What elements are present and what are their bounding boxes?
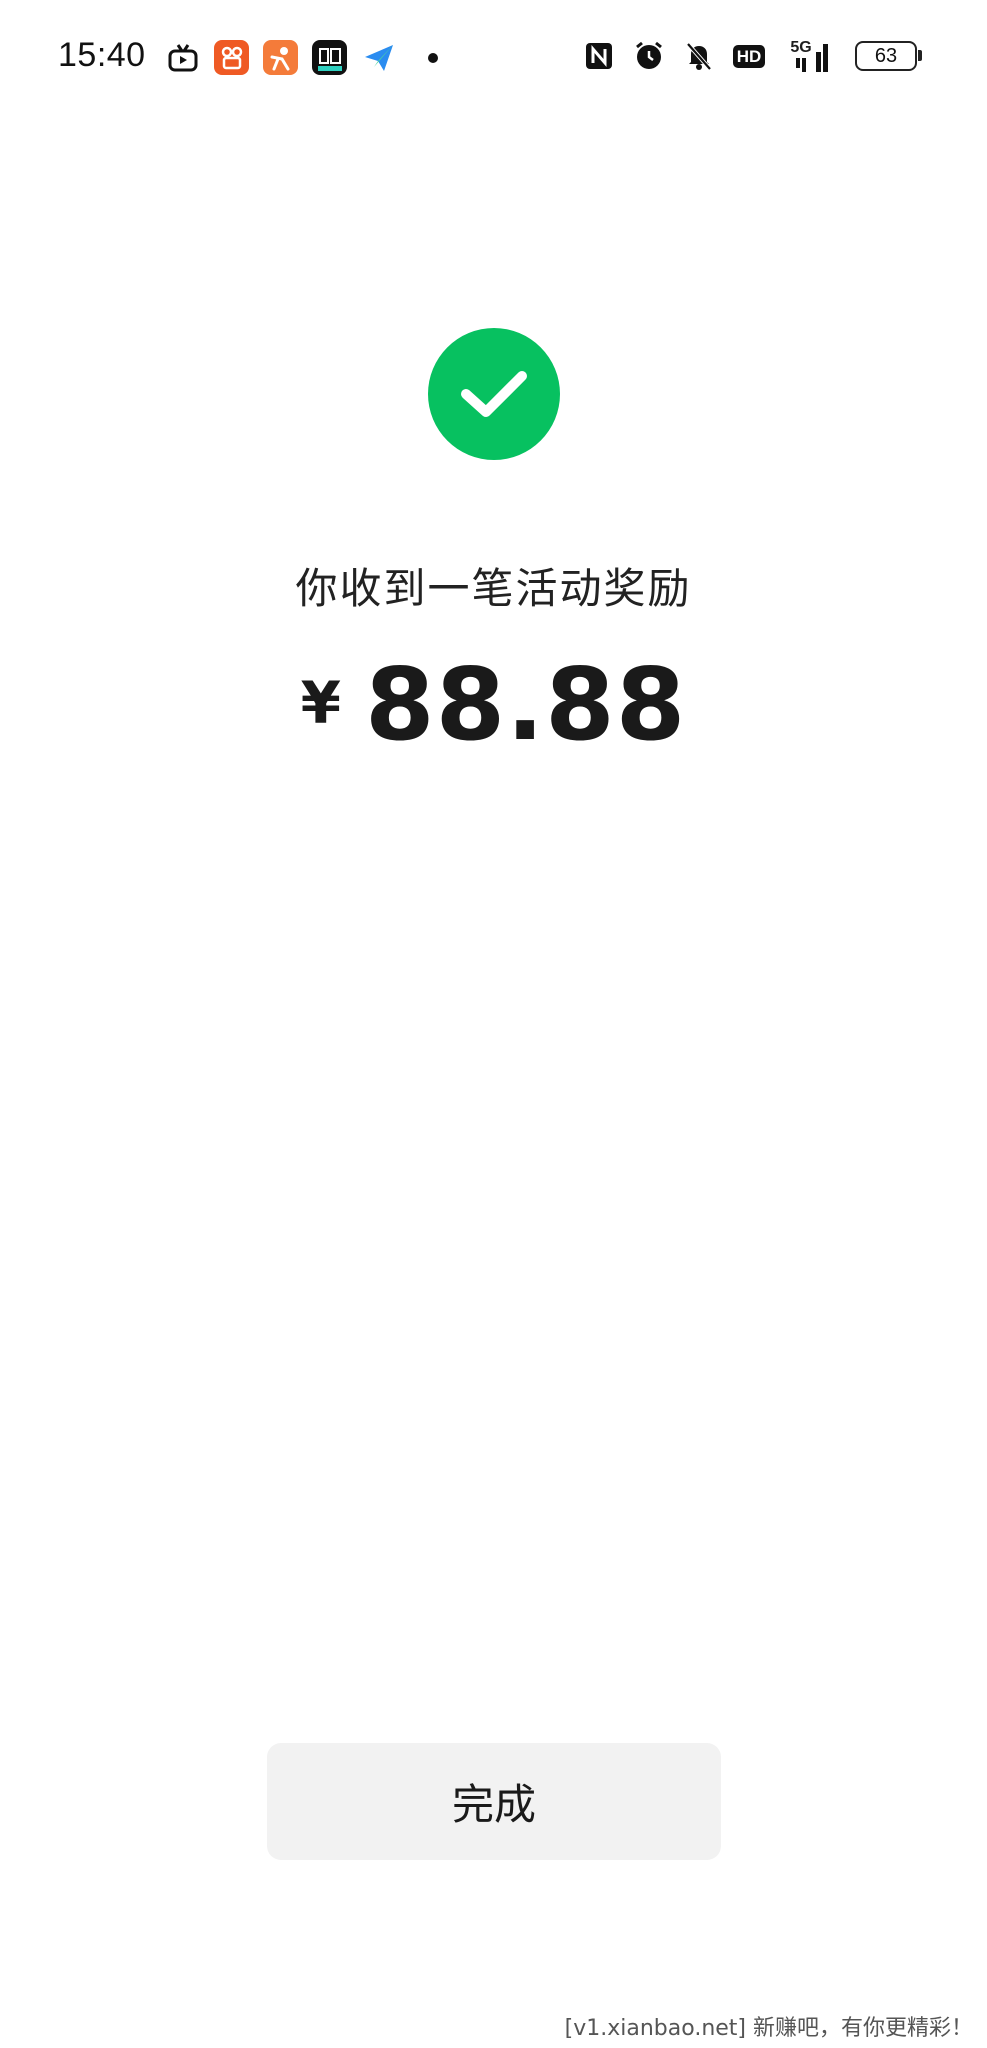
kuaishou-icon [214,40,249,75]
status-right-icons: HD 5G 63 [581,38,922,74]
battery-indicator: 63 [855,41,922,71]
notification-app-icons [165,40,438,75]
qianniu-icon [312,40,347,75]
hd-icon: HD [731,38,767,74]
amount-display: ¥ 88.88 [0,655,987,755]
nfc-icon [581,38,617,74]
amount-value: 88.88 [365,646,687,763]
status-bar: 15:40 HD 5G 63 [0,0,987,120]
bell-muted-icon [681,38,717,74]
success-check-icon [428,328,560,460]
alarm-clock-icon [631,38,667,74]
dianping-icon [263,40,298,75]
reward-title: 你收到一笔活动奖励 [295,564,692,613]
more-notifications-dot [428,52,438,63]
currency-symbol: ¥ [300,669,342,737]
tv-app-icon [165,40,200,75]
paper-plane-icon [361,40,396,75]
watermark-text: [v1.xianbao.net] 新赚吧，有你更精彩！ [564,2016,973,2041]
signal-5g-icon: 5G [781,38,837,74]
done-button[interactable]: 完成 [267,1743,721,1860]
status-time: 15:40 [58,36,146,74]
